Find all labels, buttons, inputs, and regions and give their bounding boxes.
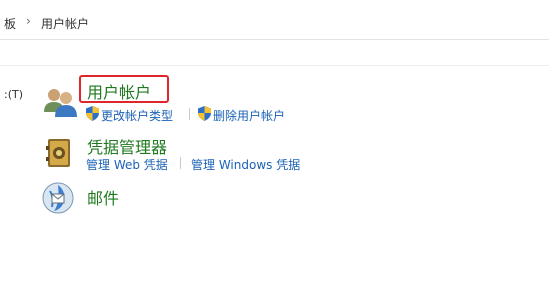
address-bar[interactable]: 板 › 用户帐户 <box>0 0 549 40</box>
breadcrumb-separator-icon: › <box>26 14 31 28</box>
users-icon[interactable] <box>42 86 78 120</box>
category-credential-manager-title[interactable]: 凭据管理器 <box>87 134 167 158</box>
category-mail-title[interactable]: 邮件 <box>87 185 119 209</box>
breadcrumb-current[interactable]: 用户帐户 <box>41 15 89 32</box>
category-user-accounts-title[interactable]: 用户帐户 <box>87 79 151 103</box>
link-separator <box>180 157 181 169</box>
menu-bar: :(T) <box>0 40 549 101</box>
uac-shield-icon <box>86 106 99 121</box>
credential-vault-icon[interactable] <box>44 137 74 169</box>
uac-shield-icon <box>198 106 211 121</box>
menu-tools[interactable]: :(T) <box>4 88 23 101</box>
link-separator <box>189 108 190 120</box>
manage-web-credentials-link[interactable]: 管理 Web 凭据 <box>86 156 168 173</box>
breadcrumb-previous[interactable]: 板 <box>4 15 16 32</box>
change-account-type-link[interactable]: 更改帐户类型 <box>101 107 173 124</box>
manage-windows-credentials-link[interactable]: 管理 Windows 凭据 <box>191 156 300 173</box>
delete-user-account-link[interactable]: 删除用户帐户 <box>213 107 285 124</box>
mail-icon[interactable] <box>42 181 74 215</box>
